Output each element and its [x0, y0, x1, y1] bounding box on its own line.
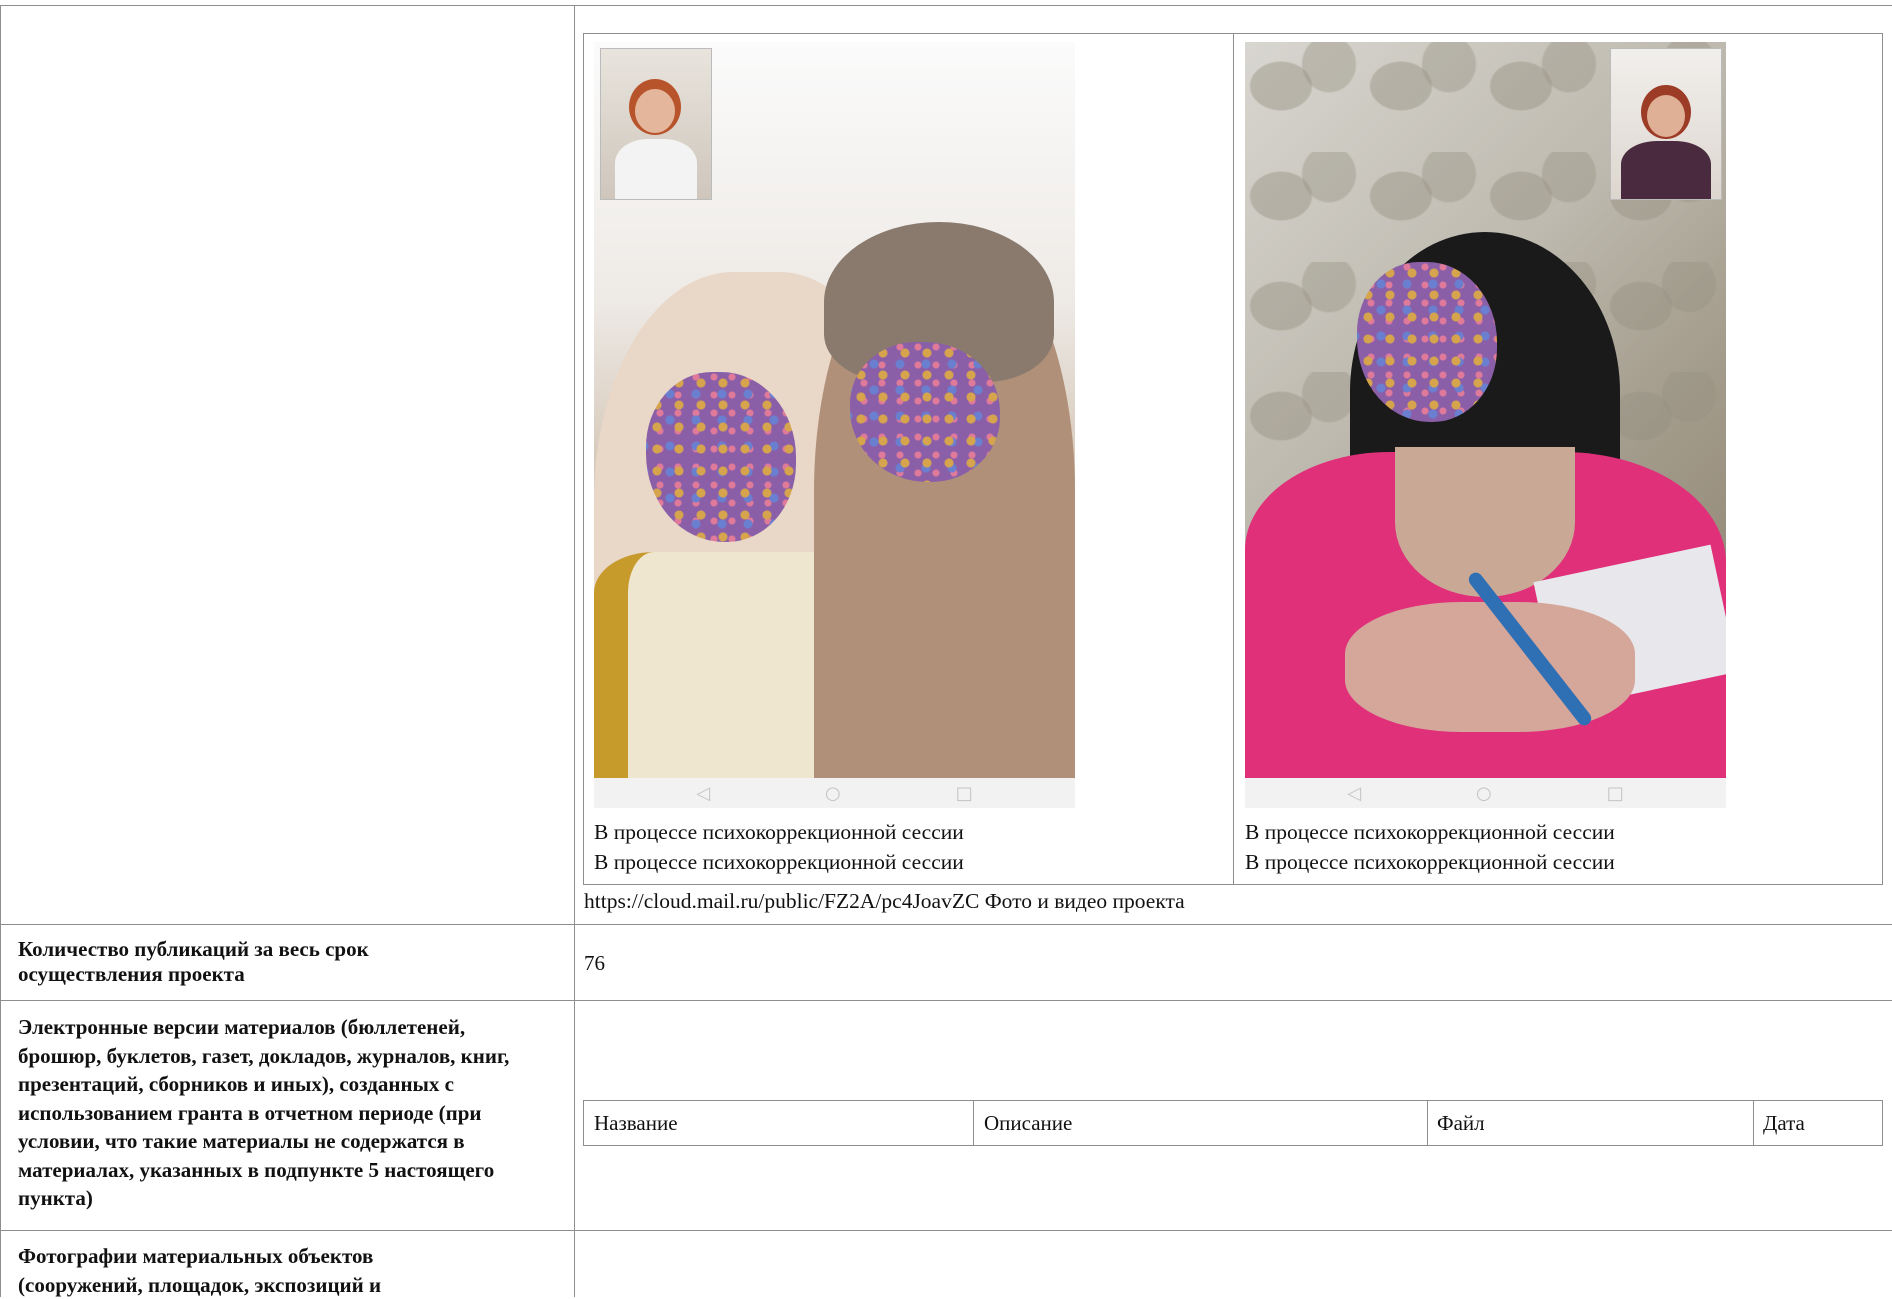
session-photo-right[interactable] [1245, 42, 1726, 778]
row-divider-2 [0, 1000, 1892, 1001]
recent-square-icon: □ [955, 782, 973, 804]
row-divider-3 [0, 1230, 1892, 1231]
back-triangle-icon: ◁ [1347, 782, 1362, 804]
face-blur-woman [1357, 262, 1497, 422]
materials-table-divider-1 [973, 1100, 974, 1146]
materials-label: Электронные версии материалов (бюллетене… [18, 1015, 510, 1210]
materials-table-divider-2 [1427, 1100, 1428, 1146]
column-header-date: Дата [1763, 1111, 1805, 1135]
woman-neckline [1395, 447, 1575, 597]
back-triangle-icon: ◁ [696, 782, 711, 804]
materials-table-divider-3 [1753, 1100, 1754, 1146]
column-header-file: Файл [1437, 1111, 1485, 1135]
column-header-name: Название [594, 1111, 678, 1135]
phone-navbar-right: ◁ ○ □ [1245, 778, 1726, 808]
hands [1345, 602, 1635, 732]
table-left-border [0, 5, 1, 1297]
column-divider [574, 5, 575, 1297]
table-top-border [0, 5, 1892, 6]
row-divider-1 [0, 924, 1892, 925]
photo-caption-right-2: В процессе психокоррекционной сессии [1245, 850, 1615, 874]
publications-count-label: Количество публикаций за весь срок осуще… [18, 937, 369, 986]
home-circle-icon: ○ [825, 782, 841, 804]
photo-caption-left-2: В процессе психокоррекционной сессии [594, 850, 964, 874]
project-media-link[interactable]: https://cloud.mail.ru/public/FZ2A/pc4Joa… [584, 886, 1185, 916]
home-circle-icon: ○ [1476, 782, 1492, 804]
recent-square-icon: □ [1606, 782, 1624, 804]
face-blur-child [646, 372, 796, 542]
video-call-thumbnail [600, 48, 712, 200]
photo-caption-left-1: В процессе психокоррекционной сессии [594, 820, 964, 844]
publications-count-value: 76 [584, 951, 605, 975]
video-call-thumbnail [1610, 48, 1722, 200]
photo-caption-right-1: В процессе психокоррекционной сессии [1245, 820, 1615, 844]
column-header-description: Описание [984, 1111, 1073, 1135]
face-blur-mother [850, 342, 1000, 482]
photo-gallery-divider [1233, 33, 1234, 885]
materials-table [583, 1100, 1883, 1146]
session-photo-left[interactable] [594, 42, 1075, 778]
material-objects-photos-label: Фотографии материальных объектов (сооруж… [18, 1244, 382, 1297]
phone-navbar-left: ◁ ○ □ [594, 778, 1075, 808]
